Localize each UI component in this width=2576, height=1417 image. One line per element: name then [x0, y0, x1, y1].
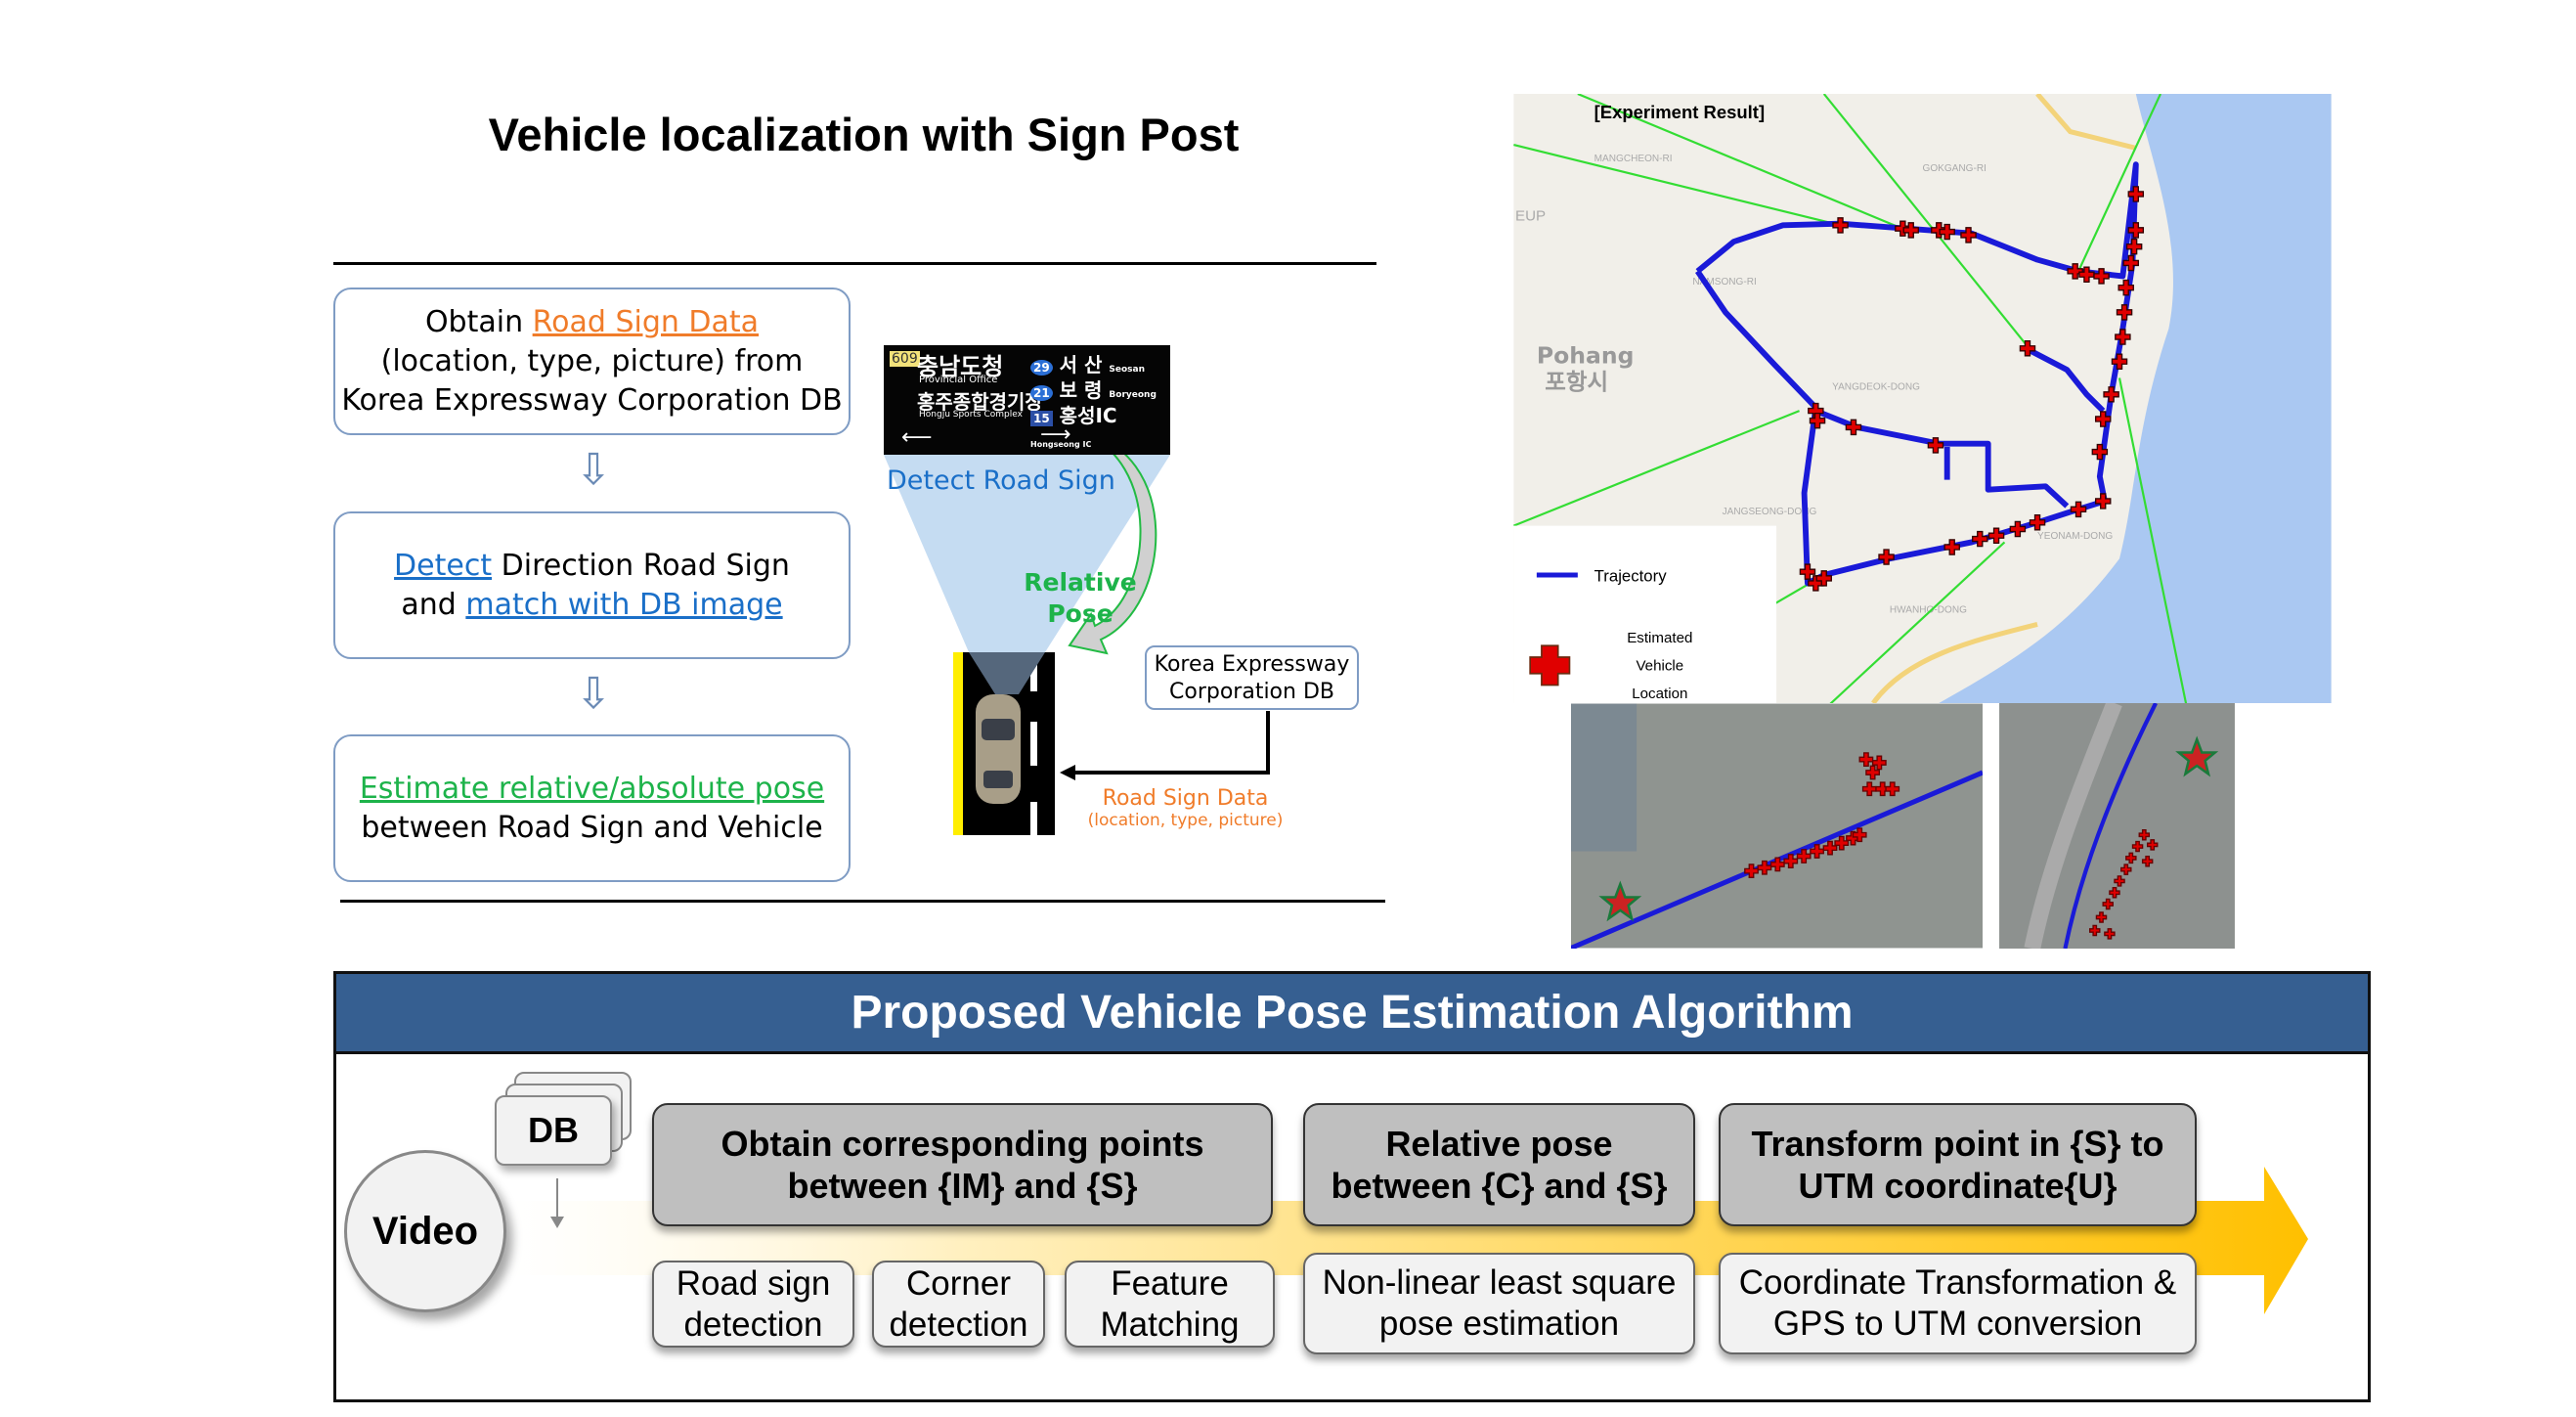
- label-text: Korea Expressway: [1154, 652, 1350, 677]
- arrow-left-icon: ⟵: [901, 425, 933, 450]
- detect-link[interactable]: Detect: [394, 549, 492, 583]
- down-arrow-icon: ⇩: [575, 446, 612, 494]
- stage-text: Obtain corresponding points: [720, 1124, 1204, 1164]
- sign-text: Hongju Sports Complex: [919, 410, 1023, 420]
- step-text: Obtain: [424, 304, 533, 339]
- car-icon: [976, 694, 1021, 804]
- road-sign-image: 609 충남도청 Provincial Office 홍주종합경기장 Hongj…: [884, 345, 1170, 455]
- substep-text: Matching: [1100, 1305, 1240, 1344]
- step-detect: Detect Direction Road Sign and match wit…: [333, 511, 851, 659]
- stage-text: between {IM} and {S}: [787, 1166, 1138, 1206]
- page-title: Vehicle localization with Sign Post: [488, 109, 1240, 160]
- route-badge: 21: [1030, 385, 1053, 401]
- label-text: Pose: [1047, 599, 1113, 628]
- relative-pose-label: Relative Pose: [1017, 567, 1144, 630]
- sign-text: Provincial Office: [919, 375, 998, 385]
- city-label: 포항시: [1545, 368, 1608, 395]
- step-text: and: [401, 587, 466, 622]
- substep-text: Non-linear least square: [1322, 1263, 1677, 1302]
- match-db-link[interactable]: match with DB image: [465, 588, 782, 622]
- stage-transform-utm: Transform point in {S} to UTM coordinate{…: [1719, 1103, 2197, 1226]
- substep-corner-detection: Corner detection: [872, 1261, 1045, 1348]
- substep-text: Feature: [1111, 1263, 1229, 1303]
- map-title: [Experiment Result]: [1594, 102, 1765, 122]
- road-sign-data-label: Road Sign Data (location, type, picture): [1066, 786, 1305, 830]
- sign-right-panel: 29 서 산 Seosan 21 보 령 Boryeong 15 홍성IC Ho…: [1030, 349, 1167, 449]
- legend-label: Trajectory: [1594, 567, 1668, 586]
- substep-text: detection: [683, 1305, 823, 1344]
- experiment-map: MANGCHEON-RI GOKGANG-RI NAMSONG-RI YANGD…: [1513, 94, 2332, 703]
- stage-text: Relative pose: [1385, 1124, 1613, 1164]
- substep-feature-matching: Feature Matching: [1065, 1261, 1275, 1348]
- step-obtain-data: Obtain Road Sign Data (location, type, p…: [333, 288, 851, 435]
- divider-top: [333, 262, 1376, 265]
- estimate-pose-link[interactable]: Estimate relative/absolute pose: [360, 770, 824, 809]
- label-text: Relative: [1024, 568, 1137, 597]
- substep-least-square: Non-linear least square pose estimation: [1303, 1253, 1695, 1354]
- db-connector: [1075, 711, 1270, 775]
- stage-corresponding-points: Obtain corresponding points between {IM} …: [652, 1103, 1273, 1226]
- step-text: Korea Expressway Corporation DB: [341, 382, 843, 418]
- place-label: MANGCHEON-RI: [1594, 154, 1673, 164]
- step-estimate: Estimate relative/absolute pose between …: [333, 734, 851, 882]
- step-text: Direction Road Sign: [492, 548, 790, 583]
- route-badge: 29: [1030, 360, 1053, 376]
- substep-coordinate-transformation: Coordinate Transformation & GPS to UTM co…: [1719, 1253, 2197, 1354]
- satellite-inset-2: [1999, 703, 2235, 949]
- road-sign-data-link[interactable]: Road Sign Data: [533, 305, 759, 339]
- divider-bottom: [340, 900, 1385, 903]
- sign-text: 보 령: [1059, 378, 1103, 402]
- substep-text: Coordinate Transformation &: [1738, 1263, 2177, 1302]
- label-text: (location, type, picture): [1087, 811, 1284, 830]
- stage-relative-pose: Relative pose between {C} and {S}: [1303, 1103, 1695, 1226]
- detect-road-sign-label: Detect Road Sign: [887, 465, 1115, 496]
- stage-text: Transform point in {S} to: [1751, 1124, 2164, 1164]
- substep-road-sign-detection: Road sign detection: [652, 1261, 854, 1348]
- route-badge: 609: [890, 351, 920, 367]
- arrow-down-icon: [550, 1217, 564, 1228]
- down-arrow-icon: ⇩: [575, 670, 612, 718]
- arrow-head-icon: [1060, 765, 1075, 780]
- step-text: (location, type, picture) from: [380, 343, 804, 378]
- place-label: EUP: [1515, 207, 1546, 224]
- algorithm-header: Proposed Vehicle Pose Estimation Algorit…: [336, 974, 2368, 1054]
- substep-text: GPS to UTM conversion: [1772, 1305, 2143, 1343]
- sign-text: Boryeong: [1109, 390, 1157, 400]
- substep-text: Corner: [906, 1263, 1011, 1303]
- satellite-inset-1: [1571, 703, 1983, 949]
- legend-label: Vehicle: [1636, 657, 1683, 674]
- legend-label: Location: [1632, 686, 1687, 702]
- substep-text: detection: [889, 1305, 1028, 1344]
- place-label: YEONAM-DONG: [2037, 531, 2113, 542]
- korea-expressway-db-box: Korea Expressway Corporation DB: [1145, 645, 1359, 710]
- legend-label: Estimated: [1627, 630, 1692, 646]
- stage-text: UTM coordinate{U}: [1798, 1166, 2118, 1206]
- substep-text: pose estimation: [1378, 1305, 1620, 1343]
- substep-text: Road sign: [676, 1263, 831, 1303]
- label-text: Road Sign Data: [1102, 786, 1269, 811]
- lane-line-yellow: [953, 652, 963, 835]
- place-label: YANGDEOK-DONG: [1832, 381, 1920, 392]
- step-text: between Road Sign and Vehicle: [361, 810, 823, 845]
- place-label: GOKGANG-RI: [1923, 163, 1987, 174]
- city-label: Pohang: [1537, 341, 1635, 369]
- sign-text: Seosan: [1109, 365, 1146, 375]
- db-node: DB: [495, 1095, 612, 1166]
- stage-text: between {C} and {S}: [1331, 1166, 1668, 1206]
- video-node: Video: [344, 1150, 506, 1312]
- label-text: Corporation DB: [1169, 680, 1334, 704]
- sign-text: 서 산: [1059, 353, 1103, 376]
- arrow-right-icon: ⟶: [1040, 422, 1071, 447]
